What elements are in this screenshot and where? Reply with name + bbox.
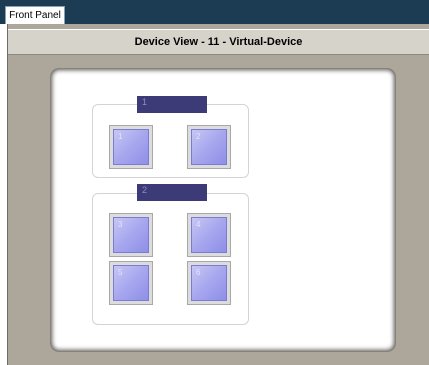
tab-front-panel[interactable]: Front Panel — [5, 6, 65, 24]
slot-number: 5 — [113, 265, 149, 301]
device-view-title: Device View - 11 - Virtual-Device — [8, 29, 429, 55]
slot-group-label: 1 — [137, 96, 207, 113]
device-canvas: 1 1 2 2 3 4 5 6 — [50, 68, 396, 352]
slot-tile[interactable]: 4 — [187, 213, 231, 257]
front-panel: Device View - 11 - Virtual-Device 1 1 2 … — [7, 24, 429, 365]
tab-strip: Front Panel — [0, 0, 429, 24]
slot-tile[interactable]: 6 — [187, 261, 231, 305]
slot-number: 4 — [191, 217, 227, 253]
slot-number: 1 — [113, 129, 149, 165]
slot-tile[interactable]: 1 — [109, 125, 153, 169]
slot-number: 3 — [113, 217, 149, 253]
slot-number: 2 — [191, 129, 227, 165]
slot-tile[interactable]: 2 — [187, 125, 231, 169]
slot-tile[interactable]: 3 — [109, 213, 153, 257]
slot-tile[interactable]: 5 — [109, 261, 153, 305]
slot-number: 6 — [191, 265, 227, 301]
slot-group-label: 2 — [137, 184, 207, 201]
